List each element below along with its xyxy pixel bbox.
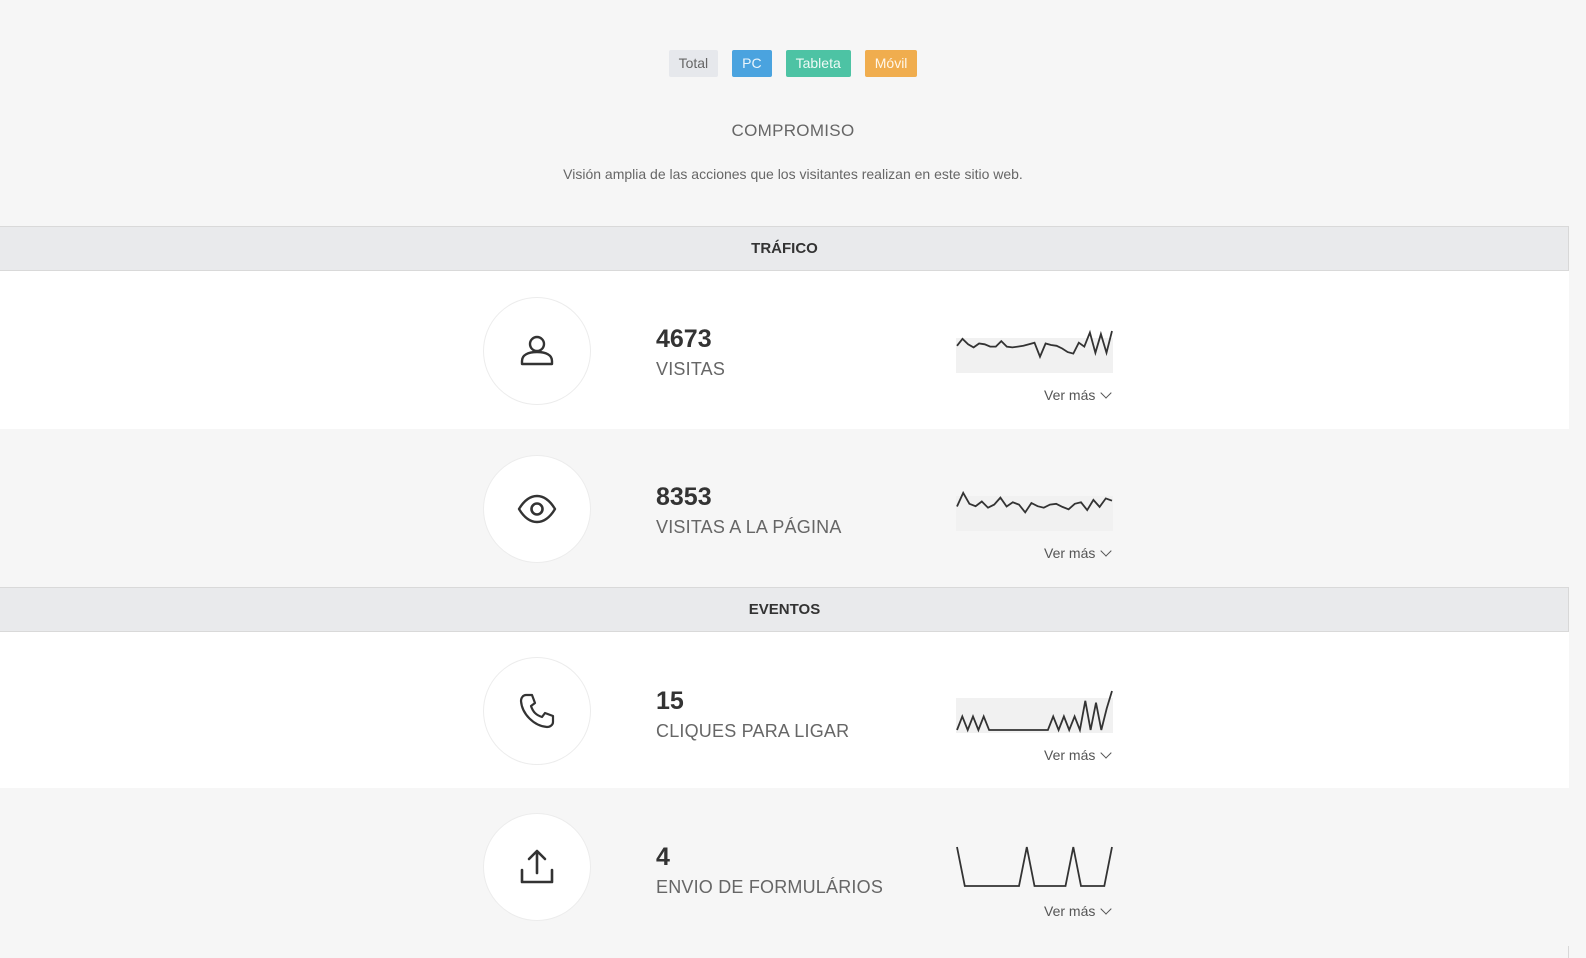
section-header-traffic: TRÁFICO: [0, 226, 1569, 271]
metric-value: 4673: [656, 325, 712, 353]
see-more-link[interactable]: Ver más: [1044, 387, 1113, 403]
chevron-down-icon: [1100, 387, 1113, 399]
metric-icon-circle: [483, 657, 591, 765]
see-more-label: Ver más: [1044, 903, 1096, 919]
see-more-link[interactable]: Ver más: [1044, 545, 1113, 561]
metric-row-visits: 4673 VISITAS Ver más: [0, 271, 1569, 429]
sparkline-background: [956, 496, 1113, 531]
engagement-page: Total PC Tableta Móvil COMPROMISO Visión…: [0, 0, 1586, 958]
device-filters: Total PC Tableta Móvil: [0, 50, 1586, 77]
page-title: COMPROMISO: [731, 121, 855, 140]
filter-mobile-button[interactable]: Móvil: [864, 50, 918, 77]
see-more-label: Ver más: [1044, 545, 1096, 561]
filter-pc-button[interactable]: PC: [732, 50, 772, 77]
filter-tablet-button[interactable]: Tableta: [785, 50, 851, 77]
upload-icon: [520, 849, 554, 884]
chevron-down-icon: [1100, 545, 1113, 557]
page-subtitle: Visión amplia de las acciones que los vi…: [563, 166, 1023, 182]
filter-total-button[interactable]: Total: [668, 50, 719, 77]
metric-label: VISITAS A LA PÁGINA: [656, 517, 842, 537]
chevron-down-icon: [1100, 747, 1113, 759]
user-icon: [520, 335, 554, 366]
see-more-link[interactable]: Ver más: [1044, 903, 1113, 919]
sparkline-chart: [956, 846, 1113, 887]
see-more-link[interactable]: Ver más: [1044, 747, 1113, 763]
metric-icon-circle: [483, 455, 591, 563]
metric-value: 8353: [656, 483, 712, 511]
sparkline-chart: [956, 329, 1113, 373]
section-header-events: EVENTOS: [0, 587, 1569, 632]
metric-label: ENVIO DE FORMULÁRIOS: [656, 877, 884, 897]
sparkline-series: [956, 846, 1113, 887]
see-more-label: Ver más: [1044, 747, 1096, 763]
metric-value: 4: [656, 843, 670, 871]
metric-row-call-clicks: 15 CLIQUES PARA LIGAR Ver más: [0, 632, 1569, 788]
metric-icon-circle: [483, 813, 591, 921]
eye-icon: [517, 494, 557, 524]
phone-icon: [519, 693, 555, 729]
sparkline-chart: [956, 490, 1113, 531]
metric-row-form-submissions: 4 ENVIO DE FORMULÁRIOS Ver más: [0, 788, 1569, 946]
metric-label: VISITAS: [656, 359, 726, 379]
metric-label: CLIQUES PARA LIGAR: [656, 721, 850, 741]
see-more-label: Ver más: [1044, 387, 1096, 403]
sparkline-chart: [956, 690, 1113, 733]
metric-value: 15: [656, 687, 684, 715]
metric-row-pageviews: 8353 VISITAS A LA PÁGINA Ver más: [0, 429, 1569, 587]
engagement-header: Total PC Tableta Móvil COMPROMISO Visión…: [0, 0, 1586, 226]
metric-icon-circle: [483, 297, 591, 405]
chevron-down-icon: [1100, 903, 1113, 915]
